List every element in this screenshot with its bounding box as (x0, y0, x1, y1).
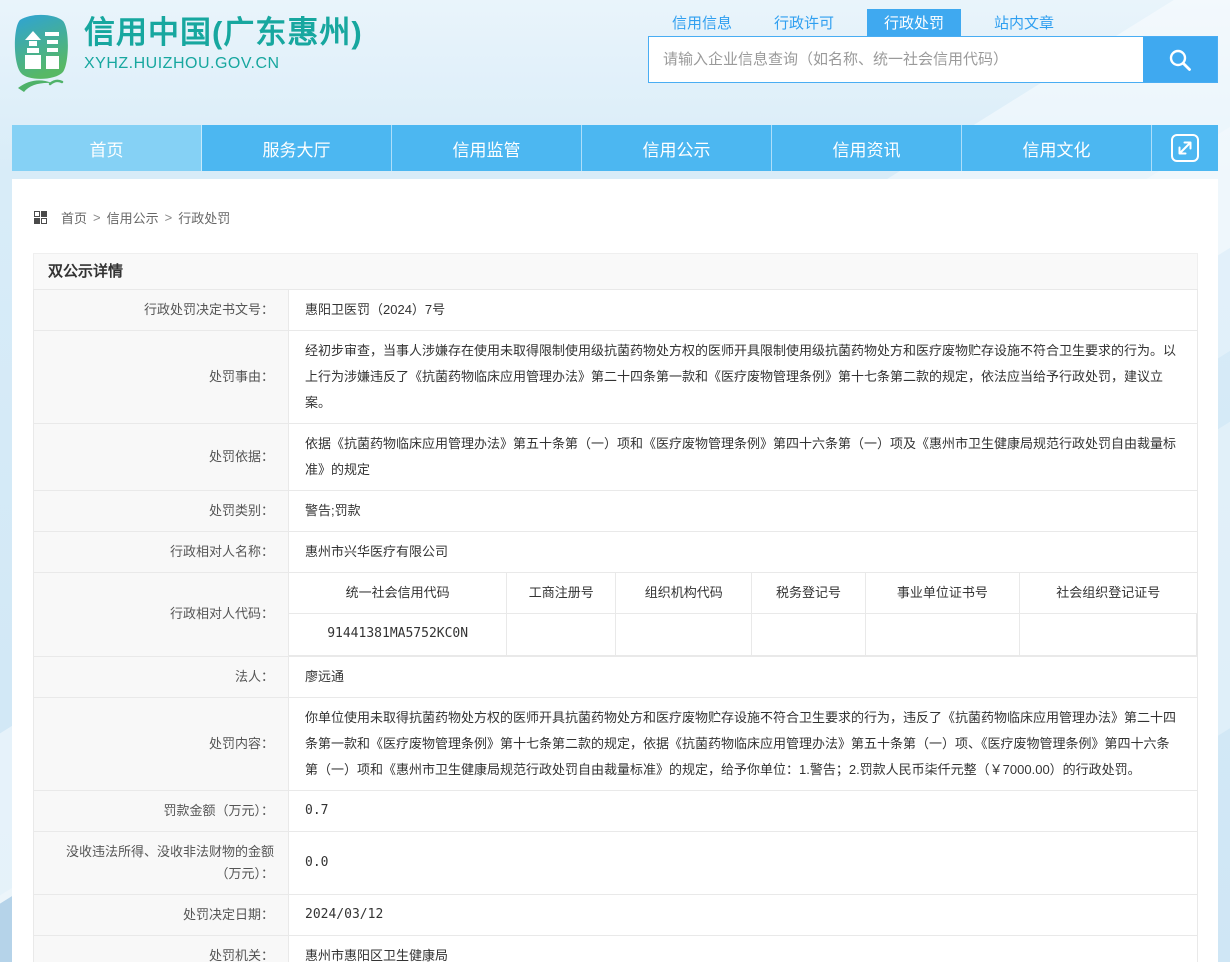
row-value: 惠阳卫医罚（2024）7号 (289, 290, 1198, 331)
codes-value (616, 613, 752, 655)
row-label: 行政相对人代码： (34, 573, 289, 657)
nav-item-service-hall[interactable]: 服务大厅 (202, 125, 392, 171)
tab-site-articles[interactable]: 站内文章 (985, 9, 1063, 36)
row-label: 罚款金额（万元）： (34, 790, 289, 831)
row-label: 处罚内容： (34, 697, 289, 790)
quick-tabs: 信用信息 行政许可 行政处罚 站内文章 (648, 9, 1218, 36)
search-input[interactable] (649, 37, 1143, 82)
codes-table: 统一社会信用代码 工商注册号 组织机构代码 税务登记号 事业单位证书号 社会组织… (289, 573, 1197, 656)
codes-header: 社会组织登记证号 (1020, 573, 1197, 613)
search-bar (648, 36, 1218, 83)
row-value: 廖远通 (289, 656, 1198, 697)
table-row: 法人： 廖远通 (34, 656, 1198, 697)
row-value: 警告;罚款 (289, 491, 1198, 532)
codes-header: 事业单位证书号 (865, 573, 1019, 613)
credit-seal-icon (10, 14, 72, 96)
penalty-detail-section: 双公示详情 行政处罚决定书文号： 惠阳卫医罚（2024）7号 处罚事由： 经初步… (33, 253, 1198, 962)
codes-value-row: 91441381MA5752KC0N (289, 613, 1197, 655)
site-domain: XYHZ.HUIZHOU.GOV.CN (84, 55, 363, 73)
row-label: 处罚类别： (34, 491, 289, 532)
codes-value (507, 613, 616, 655)
row-label: 法人： (34, 656, 289, 697)
breadcrumb-credit-publicity[interactable]: 信用公示 (107, 208, 159, 227)
row-label: 处罚依据： (34, 424, 289, 491)
codes-header-row: 统一社会信用代码 工商注册号 组织机构代码 税务登记号 事业单位证书号 社会组织… (289, 573, 1197, 613)
magnifier-icon (1167, 47, 1193, 73)
codes-header: 工商注册号 (507, 573, 616, 613)
row-label: 处罚决定日期： (34, 894, 289, 935)
table-row: 没收违法所得、没收非法财物的金额（万元）： 0.0 (34, 831, 1198, 894)
site-header: 信用中国(广东惠州) XYHZ.HUIZHOU.GOV.CN 信用信息 行政许可… (0, 0, 1230, 125)
codes-header: 统一社会信用代码 (289, 573, 507, 613)
site-logo[interactable]: 信用中国(广东惠州) XYHZ.HUIZHOU.GOV.CN (10, 14, 363, 96)
detail-title: 双公示详情 (33, 253, 1198, 289)
tab-admin-license[interactable]: 行政许可 (765, 9, 843, 36)
nav-item-credit-supervision[interactable]: 信用监管 (392, 125, 582, 171)
row-value: 0.0 (289, 831, 1198, 894)
table-row: 行政相对人名称： 惠州市兴华医疗有限公司 (34, 532, 1198, 573)
table-row: 行政处罚决定书文号： 惠阳卫医罚（2024）7号 (34, 290, 1198, 331)
row-label: 没收违法所得、没收非法财物的金额（万元）： (34, 831, 289, 894)
row-label: 处罚事由： (34, 331, 289, 424)
nav-item-home[interactable]: 首页 (12, 125, 202, 171)
breadcrumb-separator: > (165, 210, 173, 225)
tab-admin-penalty[interactable]: 行政处罚 (867, 9, 961, 36)
row-label: 处罚机关： (34, 935, 289, 962)
codes-header: 组织机构代码 (616, 573, 752, 613)
row-label: 行政处罚决定书文号： (34, 290, 289, 331)
breadcrumb-separator: > (93, 210, 101, 225)
grid-icon (34, 211, 47, 224)
breadcrumb: 首页 > 信用公示 > 行政处罚 (12, 179, 1218, 227)
detail-table: 行政处罚决定书文号： 惠阳卫医罚（2024）7号 处罚事由： 经初步审查，当事人… (33, 289, 1198, 962)
tab-credit-info[interactable]: 信用信息 (663, 9, 741, 36)
row-value: 惠州市惠阳区卫生健康局 (289, 935, 1198, 962)
main-nav: 首页 服务大厅 信用监管 信用公示 信用资讯 信用文化 (12, 125, 1218, 171)
table-row: 处罚依据： 依据《抗菌药物临床应用管理办法》第五十条第（一）项和《医疗废物管理条… (34, 424, 1198, 491)
row-value: 0.7 (289, 790, 1198, 831)
row-value: 依据《抗菌药物临床应用管理办法》第五十条第（一）项和《医疗废物管理条例》第四十六… (289, 424, 1198, 491)
site-title: 信用中国(广东惠州) (84, 14, 363, 53)
nav-item-credit-culture[interactable]: 信用文化 (962, 125, 1152, 171)
codes-value (752, 613, 865, 655)
row-value: 2024/03/12 (289, 894, 1198, 935)
content-panel: 首页 > 信用公示 > 行政处罚 双公示详情 行政处罚决定书文号： 惠阳卫医罚（… (12, 179, 1218, 962)
breadcrumb-current: 行政处罚 (178, 208, 230, 227)
table-row: 罚款金额（万元）： 0.7 (34, 790, 1198, 831)
table-row: 处罚决定日期： 2024/03/12 (34, 894, 1198, 935)
codes-value: 91441381MA5752KC0N (289, 613, 507, 655)
expand-button[interactable] (1152, 125, 1218, 171)
codes-table-cell: 统一社会信用代码 工商注册号 组织机构代码 税务登记号 事业单位证书号 社会组织… (289, 573, 1198, 657)
row-value: 你单位使用未取得抗菌药物处方权的医师开具抗菌药物处方和医疗废物贮存设施不符合卫生… (289, 697, 1198, 790)
table-row: 处罚事由： 经初步审查，当事人涉嫌存在使用未取得限制使用级抗菌药物处方权的医师开… (34, 331, 1198, 424)
nav-item-credit-publicity[interactable]: 信用公示 (582, 125, 772, 171)
table-row: 处罚内容： 你单位使用未取得抗菌药物处方权的医师开具抗菌药物处方和医疗废物贮存设… (34, 697, 1198, 790)
breadcrumb-home[interactable]: 首页 (61, 208, 87, 227)
row-value: 经初步审查，当事人涉嫌存在使用未取得限制使用级抗菌药物处方权的医师开具限制使用级… (289, 331, 1198, 424)
search-button[interactable] (1143, 37, 1217, 82)
table-row: 处罚类别： 警告;罚款 (34, 491, 1198, 532)
table-row-codes: 行政相对人代码： 统一社会信用代码 工商注册号 组织机构代码 税务登记号 事业单… (34, 573, 1198, 657)
header-right: 信用信息 行政许可 行政处罚 站内文章 (648, 9, 1218, 83)
expand-arrows-icon (1170, 133, 1200, 163)
nav-item-credit-news[interactable]: 信用资讯 (772, 125, 962, 171)
codes-value (865, 613, 1019, 655)
codes-header: 税务登记号 (752, 573, 865, 613)
table-row: 处罚机关： 惠州市惠阳区卫生健康局 (34, 935, 1198, 962)
row-label: 行政相对人名称： (34, 532, 289, 573)
row-value: 惠州市兴华医疗有限公司 (289, 532, 1198, 573)
codes-value (1020, 613, 1197, 655)
